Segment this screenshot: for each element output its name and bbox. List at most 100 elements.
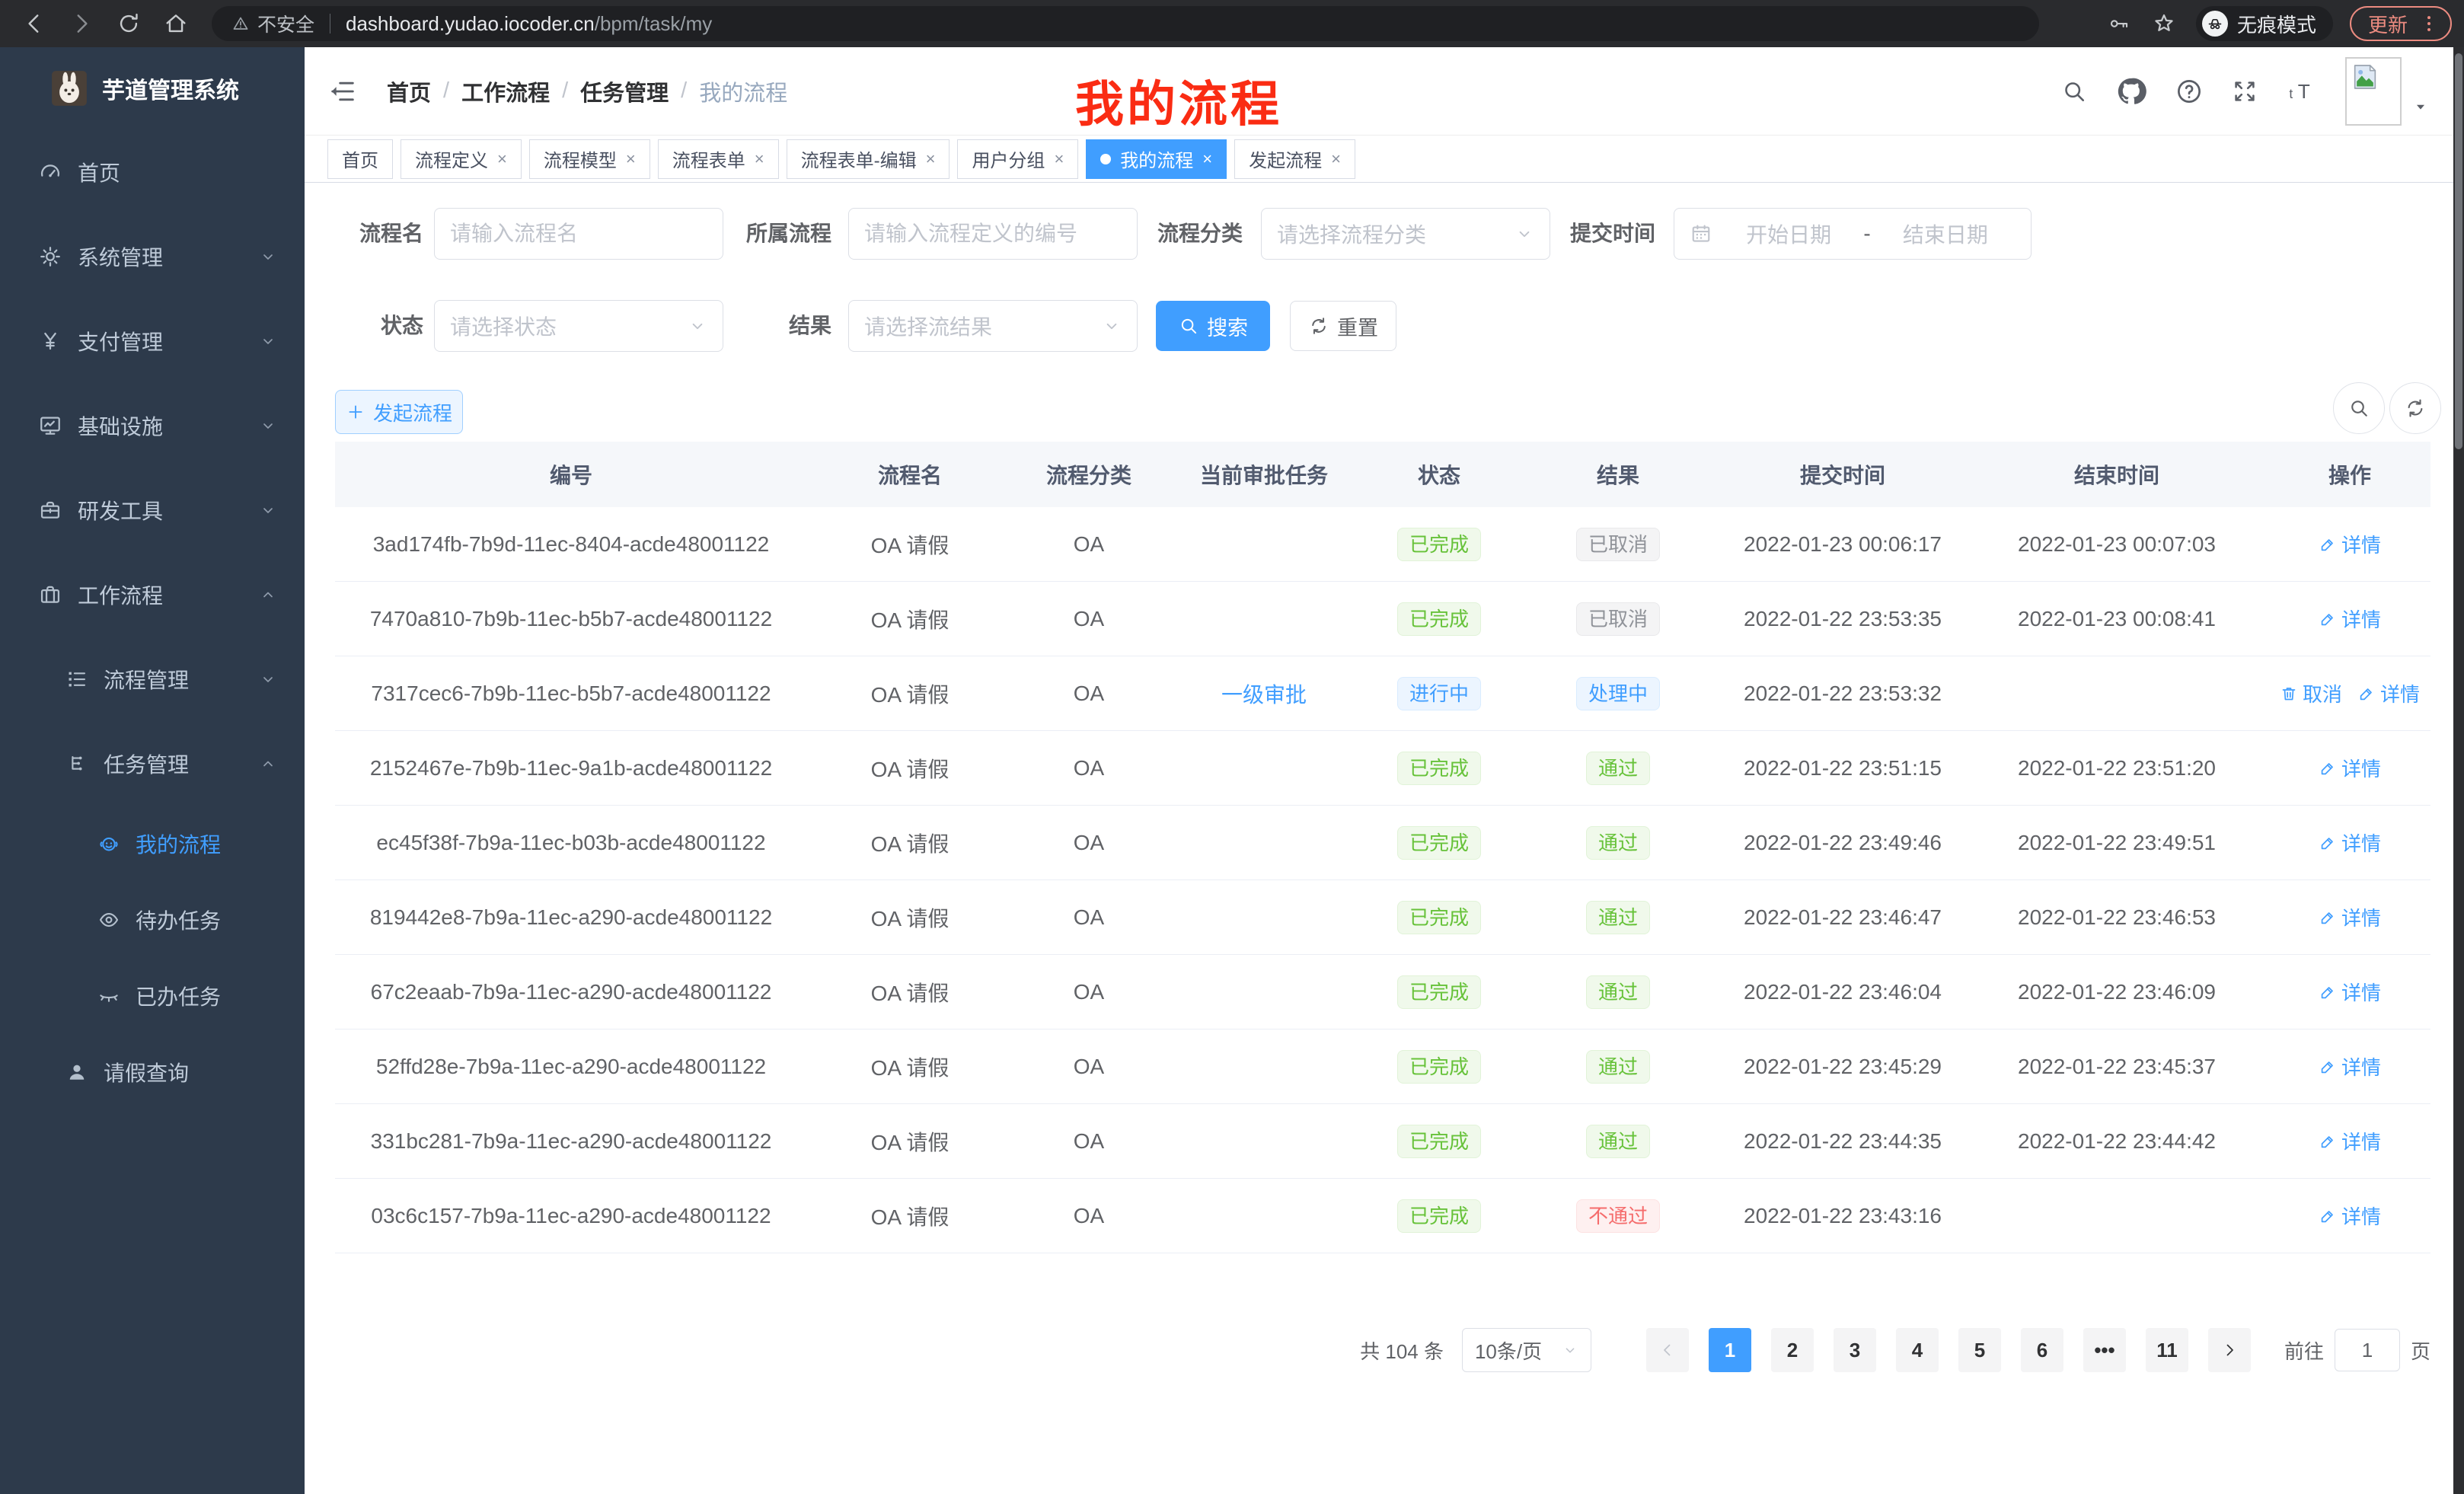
action-详情-link[interactable]: 详情	[2319, 530, 2381, 558]
gauge-icon	[38, 160, 62, 184]
cell-result: 处理中	[1515, 656, 1721, 730]
cell-actions: 详情	[2269, 955, 2430, 1029]
tab-流程模型[interactable]: 流程模型×	[529, 139, 650, 179]
bookmark-star-icon[interactable]	[2152, 11, 2176, 36]
sidebar-item-系统管理[interactable]: 系统管理	[0, 214, 305, 298]
page-more-button[interactable]: •••	[2083, 1328, 2126, 1372]
process-name-input[interactable]	[450, 222, 707, 246]
table-row: 2152467e-7b9b-11ec-9a1b-acde48001122OA 请…	[335, 731, 2430, 806]
close-icon[interactable]: ×	[1054, 149, 1064, 169]
close-icon[interactable]: ×	[1202, 149, 1212, 169]
sidebar-item-工作流程[interactable]: 工作流程	[0, 552, 305, 637]
incognito-label: 无痕模式	[2237, 10, 2316, 38]
goto-page-input[interactable]	[2335, 1329, 2400, 1371]
sidebar-item-任务管理[interactable]: 任务管理	[0, 721, 305, 806]
close-icon[interactable]: ×	[626, 149, 636, 169]
breadcrumb-item-工作流程[interactable]: 工作流程	[461, 75, 550, 107]
address-bar[interactable]: 不安全 dashboard.yudao.iocoder.cn /bpm/task…	[212, 6, 2039, 41]
process-name-field[interactable]	[434, 208, 723, 260]
scrollbar-thumb[interactable]	[2455, 53, 2462, 449]
browser-back-icon[interactable]	[21, 11, 47, 37]
cell-actions: 详情	[2269, 582, 2430, 656]
prev-page-button[interactable]	[1646, 1328, 1689, 1372]
tab-流程定义[interactable]: 流程定义×	[401, 139, 522, 179]
refresh-icon	[2404, 397, 2427, 420]
user-avatar[interactable]	[2345, 57, 2402, 126]
action-详情-link[interactable]: 详情	[2319, 903, 2381, 931]
close-icon[interactable]: ×	[926, 149, 936, 169]
page-size-select[interactable]: 10条/页	[1462, 1328, 1591, 1372]
page-button-1[interactable]: 1	[1709, 1328, 1751, 1372]
browser-forward-icon[interactable]	[69, 11, 94, 37]
sidebar-item-首页[interactable]: 首页	[0, 129, 305, 214]
sidebar-item-待办任务[interactable]: 待办任务	[0, 882, 305, 958]
create-process-button[interactable]: 发起流程	[335, 390, 463, 434]
action-详情-link[interactable]: 详情	[2319, 754, 2381, 782]
current-task-link[interactable]: 一级审批	[1221, 678, 1307, 709]
action-详情-link[interactable]: 详情	[2319, 1127, 2381, 1155]
tab-用户分组[interactable]: 用户分组×	[957, 139, 1078, 179]
sidebar-item-请假查询[interactable]: 请假查询	[0, 1034, 305, 1110]
show-search-toggle-button[interactable]	[2333, 382, 2385, 434]
close-icon[interactable]: ×	[497, 149, 507, 169]
incognito-icon	[2202, 11, 2228, 37]
sidebar-item-已办任务[interactable]: 已办任务	[0, 958, 305, 1034]
category-select[interactable]: 请选择流程分类	[1261, 208, 1550, 260]
sidebar-item-基础设施[interactable]: 基础设施	[0, 383, 305, 468]
refresh-table-button[interactable]	[2389, 382, 2441, 434]
help-icon[interactable]	[2175, 77, 2204, 106]
cell-status: 已完成	[1363, 880, 1515, 954]
action-详情-link[interactable]: 详情	[2319, 978, 2381, 1006]
action-详情-link[interactable]: 详情	[2319, 605, 2381, 633]
action-取消-link[interactable]: 取消	[2280, 679, 2342, 707]
page-button-3[interactable]: 3	[1834, 1328, 1876, 1372]
page-button-11[interactable]: 11	[2146, 1328, 2188, 1372]
page-button-5[interactable]: 5	[1958, 1328, 2001, 1372]
table-row: 3ad174fb-7b9d-11ec-8404-acde48001122OA 请…	[335, 507, 2430, 582]
tab-首页[interactable]: 首页	[327, 139, 393, 179]
action-详情-link[interactable]: 详情	[2319, 1202, 2381, 1230]
breadcrumb-item-首页[interactable]: 首页	[387, 75, 431, 107]
status-select[interactable]: 请选择状态	[434, 300, 723, 352]
font-size-icon[interactable]: tT	[2286, 75, 2318, 107]
tab-发起流程[interactable]: 发起流程×	[1234, 139, 1355, 179]
reset-button[interactable]: 重置	[1290, 301, 1396, 351]
next-page-button[interactable]	[2208, 1328, 2251, 1372]
browser-update-button[interactable]: 更新	[2350, 6, 2452, 41]
browser-menu-icon[interactable]	[2418, 13, 2440, 34]
page-button-2[interactable]: 2	[1771, 1328, 1814, 1372]
page-scrollbar[interactable]	[2453, 47, 2464, 1494]
submit-time-range-picker[interactable]: 开始日期 - 结束日期	[1674, 208, 2032, 260]
tab-流程表单-编辑[interactable]: 流程表单-编辑×	[787, 139, 950, 179]
github-icon[interactable]	[2115, 75, 2147, 107]
avatar-caret-down-icon[interactable]	[2412, 98, 2429, 115]
fullscreen-icon[interactable]	[2231, 78, 2258, 105]
tab-我的流程[interactable]: 我的流程×	[1086, 139, 1227, 179]
incognito-badge: 无痕模式	[2196, 6, 2333, 41]
action-详情-link[interactable]: 详情	[2357, 679, 2420, 707]
breadcrumb-item-任务管理[interactable]: 任务管理	[580, 75, 669, 107]
table-row: 03c6c157-7b9a-11ec-a290-acde48001122OA 请…	[335, 1179, 2430, 1253]
sidebar-item-我的流程[interactable]: 我的流程	[0, 806, 305, 882]
search-icon[interactable]	[2060, 78, 2088, 105]
browser-reload-icon[interactable]	[116, 11, 142, 37]
search-button[interactable]: 搜索	[1156, 301, 1270, 351]
browser-home-icon[interactable]	[163, 11, 189, 37]
tab-流程表单[interactable]: 流程表单×	[658, 139, 779, 179]
browser-toolbar: 不安全 dashboard.yudao.iocoder.cn /bpm/task…	[0, 0, 2464, 47]
sidebar-item-研发工具[interactable]: 研发工具	[0, 468, 305, 552]
page-button-4[interactable]: 4	[1896, 1328, 1939, 1372]
parent-process-input[interactable]	[864, 222, 1122, 246]
parent-process-field[interactable]	[848, 208, 1138, 260]
sidebar-item-流程管理[interactable]: 流程管理	[0, 637, 305, 721]
status-badge: 已完成	[1397, 1199, 1481, 1233]
key-icon[interactable]	[2108, 12, 2130, 35]
close-icon[interactable]: ×	[1331, 149, 1341, 169]
page-button-6[interactable]: 6	[2021, 1328, 2063, 1372]
sidebar-toggle-icon[interactable]	[327, 76, 358, 107]
result-select[interactable]: 请选择流结果	[848, 300, 1138, 352]
close-icon[interactable]: ×	[755, 149, 764, 169]
action-详情-link[interactable]: 详情	[2319, 1052, 2381, 1081]
sidebar-item-支付管理[interactable]: 支付管理	[0, 298, 305, 383]
action-详情-link[interactable]: 详情	[2319, 828, 2381, 857]
